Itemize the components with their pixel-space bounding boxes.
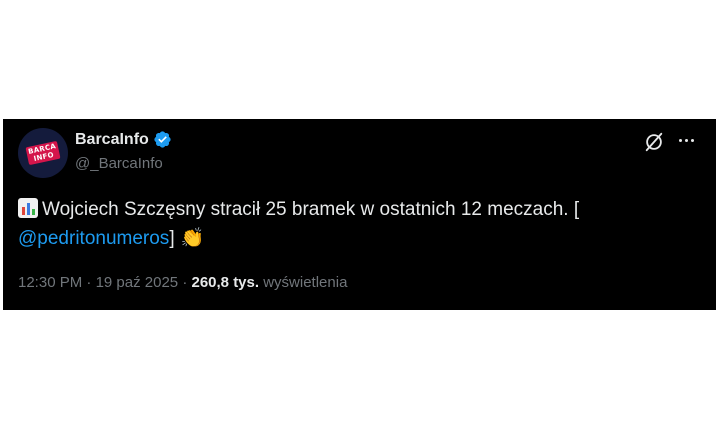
clapping-hands-emoji: 👏 <box>180 227 205 249</box>
verified-badge-icon[interactable] <box>153 130 172 149</box>
bar-chart-emoji <box>18 198 38 218</box>
meta-separator: · <box>86 274 92 291</box>
display-name[interactable]: BarcaInfo <box>75 131 149 149</box>
tweet-time[interactable]: 12:30 PM <box>18 274 82 291</box>
user-handle[interactable]: @_BarcaInfo <box>75 155 163 172</box>
avatar[interactable]: BARCA INFO <box>18 128 68 178</box>
tweet-text-main: Wojciech Szczęsny stracił 25 bramek w os… <box>42 199 580 220</box>
meta-separator: · <box>182 274 188 291</box>
grok-icon[interactable] <box>643 131 665 153</box>
tweet-date[interactable]: 19 paź 2025 <box>96 274 179 291</box>
views-count[interactable]: 260,8 tys. <box>191 274 259 291</box>
more-options-icon[interactable] <box>675 129 697 151</box>
mention-link[interactable]: @pedritonumeros <box>18 228 169 249</box>
author-name-row: BarcaInfo <box>75 130 172 149</box>
tweet-text-closing: ] <box>169 228 175 249</box>
views-label: wyświetlenia <box>263 274 348 291</box>
tweet-metadata: 12:30 PM · 19 paź 2025 · 260,8 tys. wyśw… <box>18 274 347 291</box>
barcainfo-logo: BARCA INFO <box>25 140 61 166</box>
tweet-card[interactable]: BARCA INFO BarcaInfo @_BarcaInfo Wojciec… <box>3 119 716 310</box>
tweet-text: Wojciech Szczęsny stracił 25 bramek w os… <box>18 195 688 253</box>
